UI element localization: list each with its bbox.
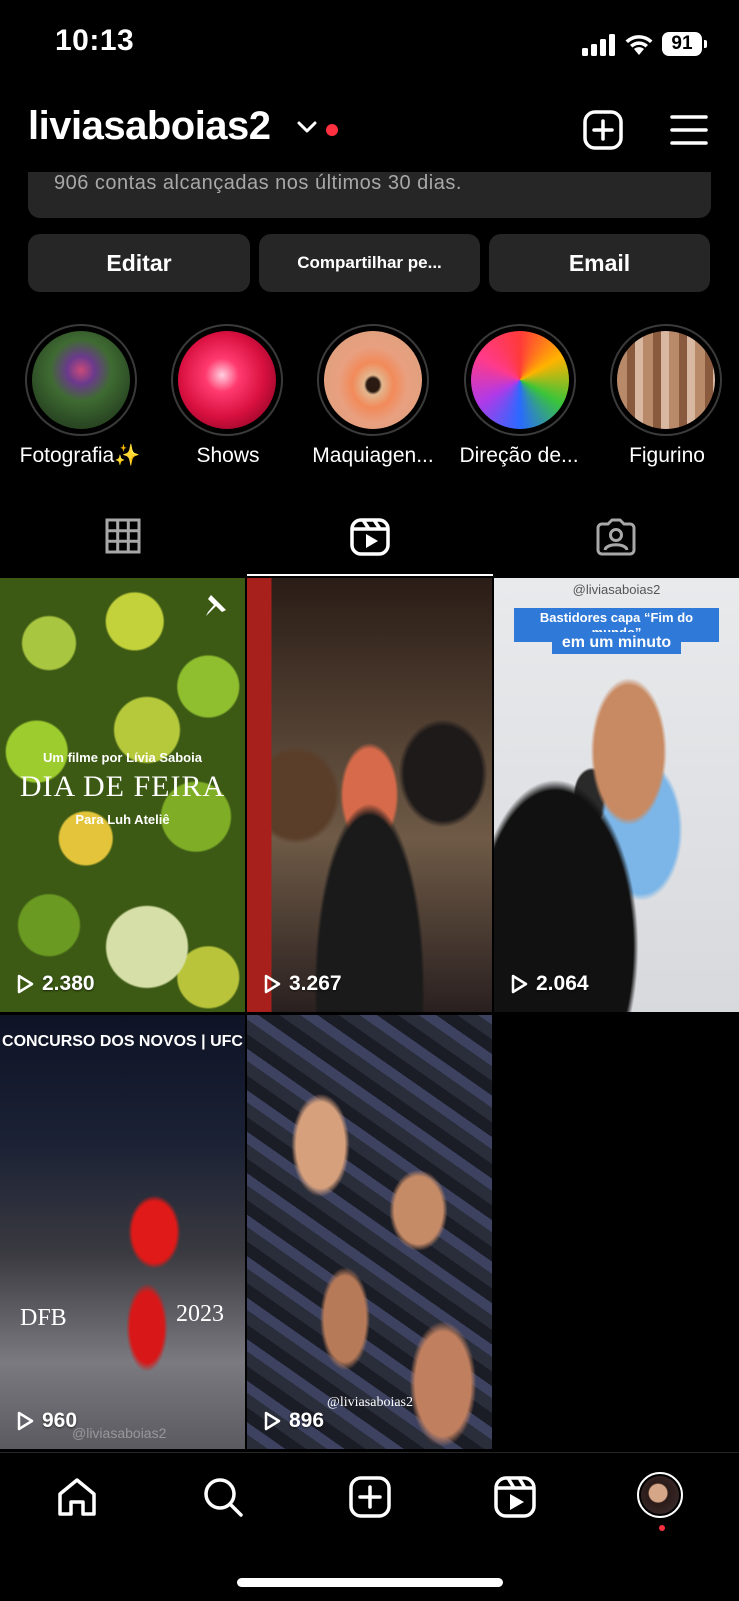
email-button[interactable]: Email [489, 234, 710, 292]
highlight-fotografia[interactable] [25, 324, 137, 436]
share-profile-button[interactable]: Compartilhar pe... [259, 234, 480, 292]
highlight-label: Shows [196, 444, 260, 467]
search-icon[interactable] [202, 1476, 244, 1518]
highlight-direcao[interactable] [464, 324, 576, 436]
create-icon[interactable] [349, 1476, 391, 1518]
view-count: 896 [263, 1409, 324, 1433]
reel-overlay-text: Para Luh Ateliê [75, 812, 170, 827]
view-count: 960 [16, 1409, 77, 1433]
reel-tile[interactable]: @liviasaboias2 896 [247, 1015, 492, 1449]
play-icon [264, 1411, 281, 1431]
reel-overlay-text: @liviasaboias2 [572, 582, 661, 597]
reels-nav-icon[interactable] [494, 1476, 536, 1518]
grid-icon[interactable] [105, 518, 141, 554]
reel-tile[interactable]: CONCURSO DOS NOVOS | UFC DFB 2023 @livia… [0, 1015, 245, 1449]
notification-dot [326, 124, 338, 136]
view-count: 3.267 [263, 972, 342, 996]
play-icon [511, 974, 528, 994]
highlight-shows[interactable] [171, 324, 283, 436]
reels-icon[interactable] [350, 518, 390, 556]
insights-text: 906 contas alcançadas nos últimos 30 dia… [54, 172, 462, 194]
menu-icon[interactable] [670, 114, 708, 146]
home-indicator [237, 1578, 503, 1587]
new-post-icon[interactable] [583, 110, 623, 150]
view-count-label: 2.380 [42, 972, 95, 995]
profile-username[interactable]: liviasaboias2 [28, 104, 271, 149]
reel-overlay-text: CONCURSO DOS NOVOS | UFC [2, 1033, 243, 1050]
signal-icon [582, 34, 615, 56]
reel-overlay-text: DFB [20, 1305, 67, 1331]
highlight-figurino[interactable] [610, 324, 722, 436]
status-time: 10:13 [55, 24, 135, 57]
edit-profile-button[interactable]: Editar [28, 234, 250, 292]
view-count-label: 3.267 [289, 972, 342, 995]
tagged-icon[interactable] [596, 518, 636, 556]
reel-tile[interactable]: Um filme por Lívia Saboia DIA DE FEIRA P… [0, 578, 245, 1012]
reel-tile[interactable]: @liviasaboias2 Bastidores capa “Fim do m… [494, 578, 739, 1012]
reel-overlay-text: em um minuto [552, 632, 681, 654]
play-icon [17, 1411, 34, 1431]
battery-indicator: 91 [662, 32, 707, 56]
view-count: 2.380 [16, 972, 95, 996]
notification-dot [659, 1525, 665, 1531]
active-tab-indicator [247, 574, 493, 576]
view-count-label: 960 [42, 1409, 78, 1432]
reel-overlay-text: Um filme por Lívia Saboia [43, 750, 202, 765]
play-icon [17, 974, 34, 994]
wifi-icon [625, 35, 653, 55]
reel-watermark: @liviasaboias2 [327, 1395, 413, 1410]
highlight-label: Fotografia✨ [19, 444, 141, 467]
view-count-label: 896 [289, 1409, 325, 1432]
play-icon [264, 974, 281, 994]
chevron-down-icon[interactable] [296, 120, 318, 134]
reel-watermark: @liviasaboias2 [72, 1425, 167, 1441]
profile-avatar[interactable] [637, 1472, 683, 1518]
reel-overlay-text: 2023 [176, 1301, 224, 1327]
highlight-label: Direção de... [459, 444, 579, 467]
highlight-maquiagem[interactable] [317, 324, 429, 436]
highlight-label: Maquiagen... [312, 444, 434, 467]
reel-overlay-title: DIA DE FEIRA [19, 770, 226, 803]
pin-icon [206, 595, 226, 616]
view-count-label: 2.064 [536, 972, 589, 995]
reel-tile[interactable]: 3.267 [247, 578, 492, 1012]
view-count: 2.064 [510, 972, 589, 996]
highlight-label: Figurino [629, 444, 705, 467]
home-icon[interactable] [56, 1476, 98, 1518]
